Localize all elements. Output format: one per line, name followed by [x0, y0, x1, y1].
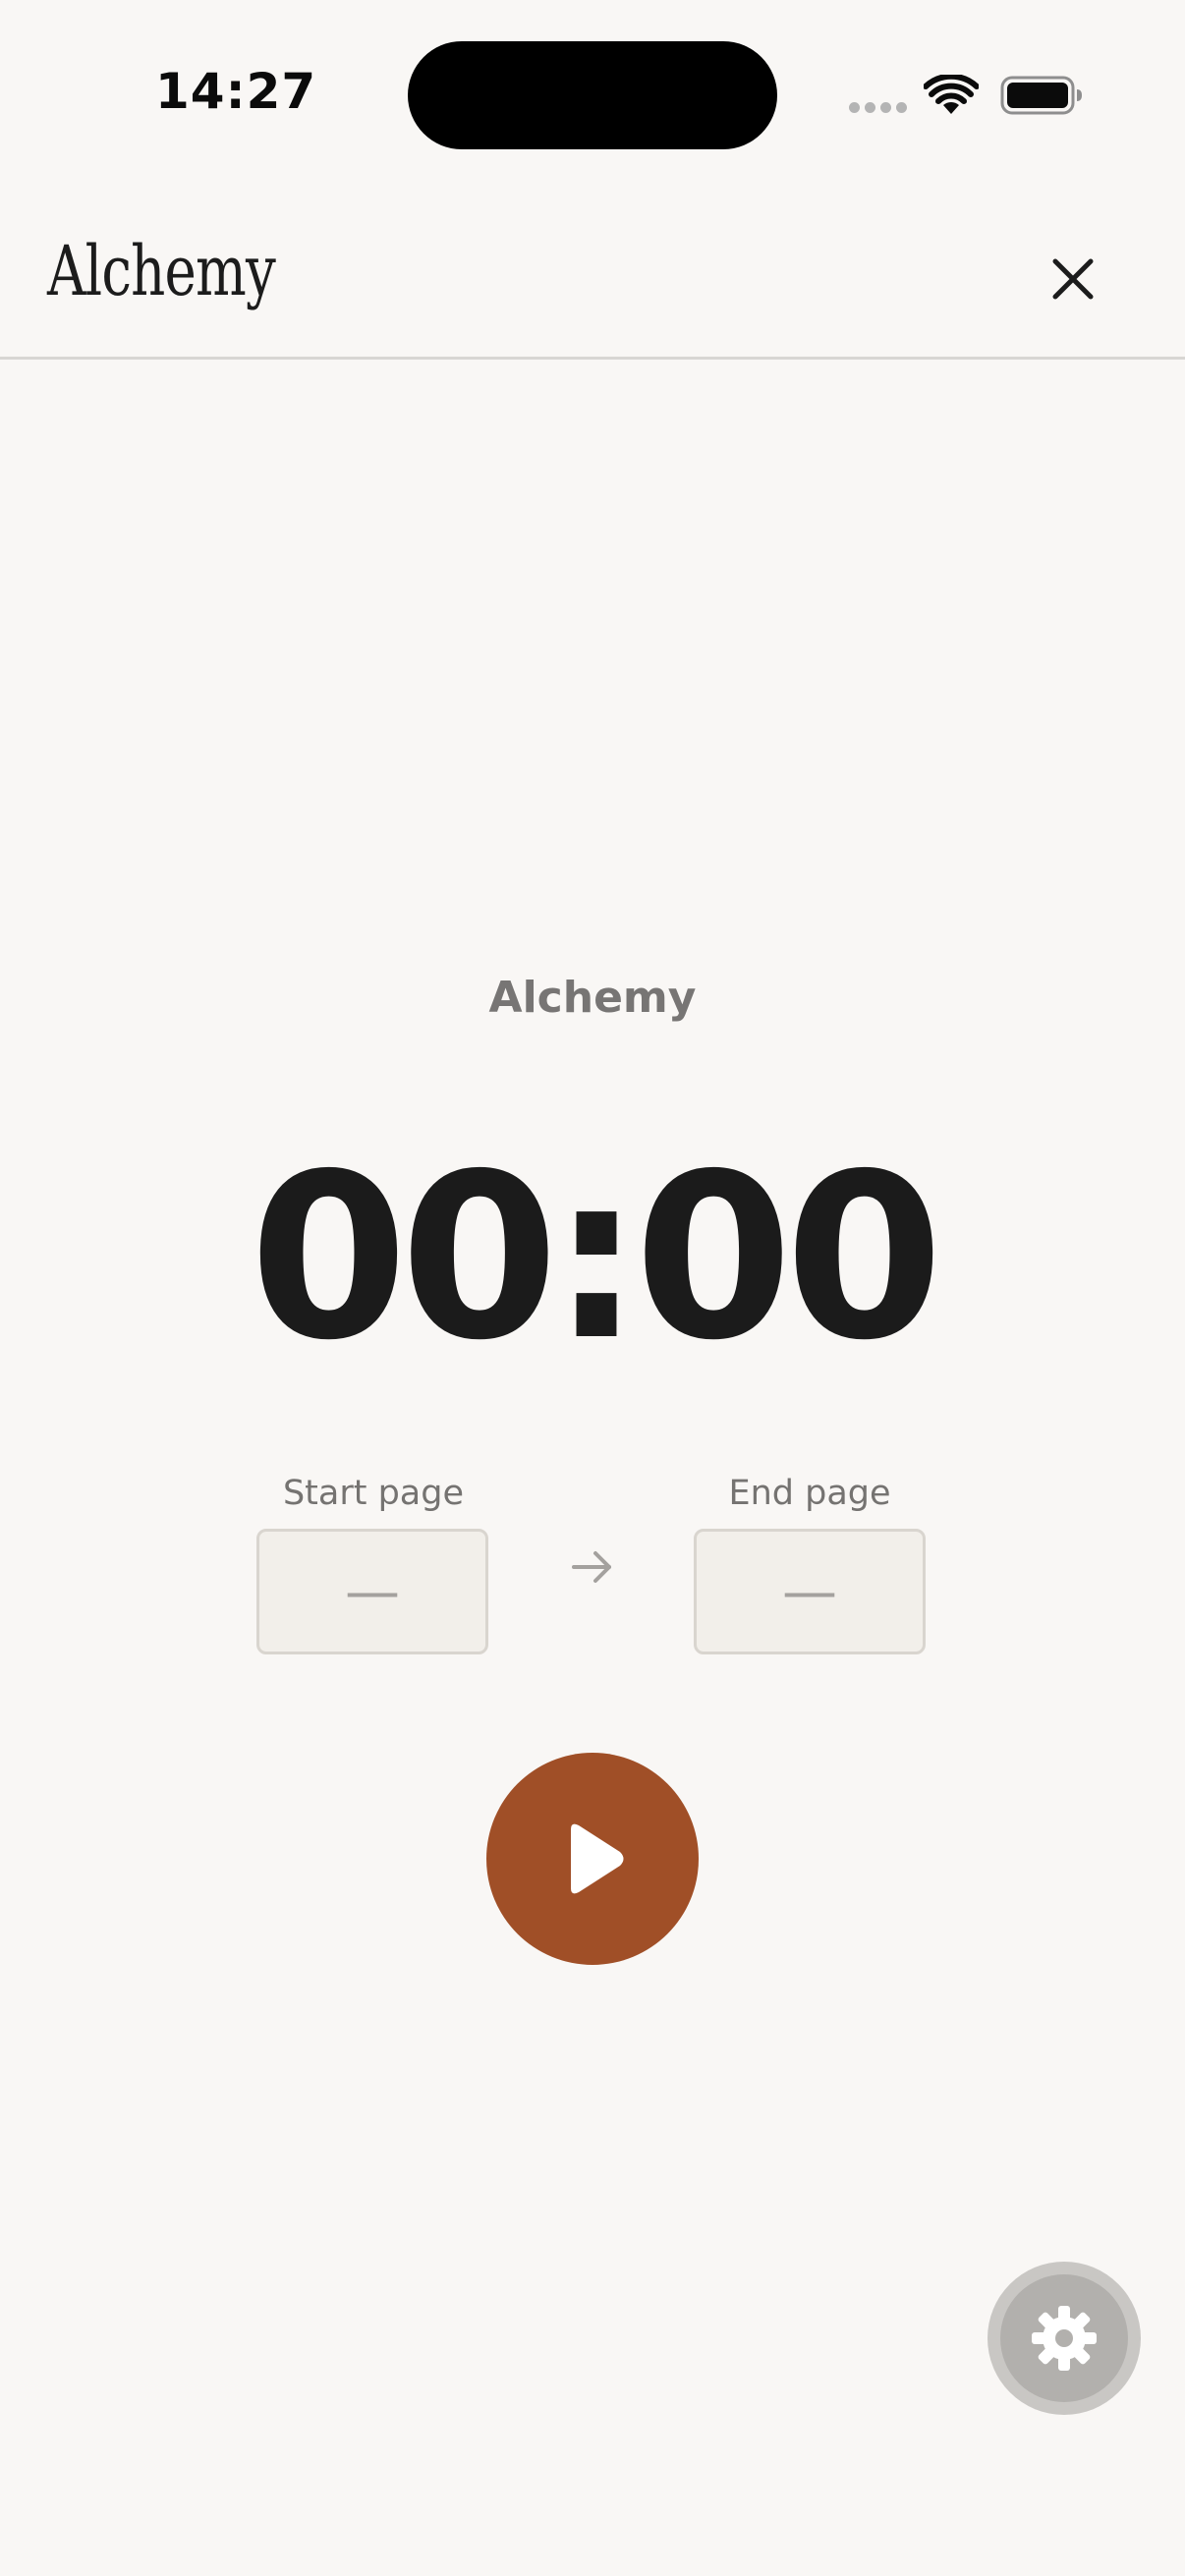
- gear-icon: [1032, 2306, 1097, 2371]
- settings-button[interactable]: [988, 2262, 1141, 2415]
- arrow-right-icon: [572, 1551, 611, 1583]
- end-page-input[interactable]: —: [694, 1529, 926, 1654]
- app-header: Alchemy: [0, 196, 1185, 360]
- end-page-label: End page: [728, 1474, 891, 1513]
- timer-display: 00:00: [249, 1125, 943, 1390]
- status-bar: 14:27: [0, 0, 1185, 196]
- start-page-input[interactable]: —: [256, 1529, 488, 1654]
- wifi-icon: [924, 75, 979, 114]
- settings-button-inner: [1000, 2274, 1128, 2402]
- battery-icon: [1000, 76, 1082, 115]
- close-icon: [1052, 258, 1094, 300]
- play-button[interactable]: [486, 1753, 699, 1965]
- page-title: Alchemy: [47, 231, 276, 311]
- play-icon: [571, 1823, 624, 1894]
- start-page-label: Start page: [282, 1474, 465, 1513]
- close-button[interactable]: [1040, 246, 1106, 312]
- status-time: 14:27: [155, 63, 317, 120]
- book-title: Alchemy: [488, 973, 697, 1023]
- dynamic-island: [408, 41, 777, 149]
- cellular-signal-icon: [849, 102, 908, 116]
